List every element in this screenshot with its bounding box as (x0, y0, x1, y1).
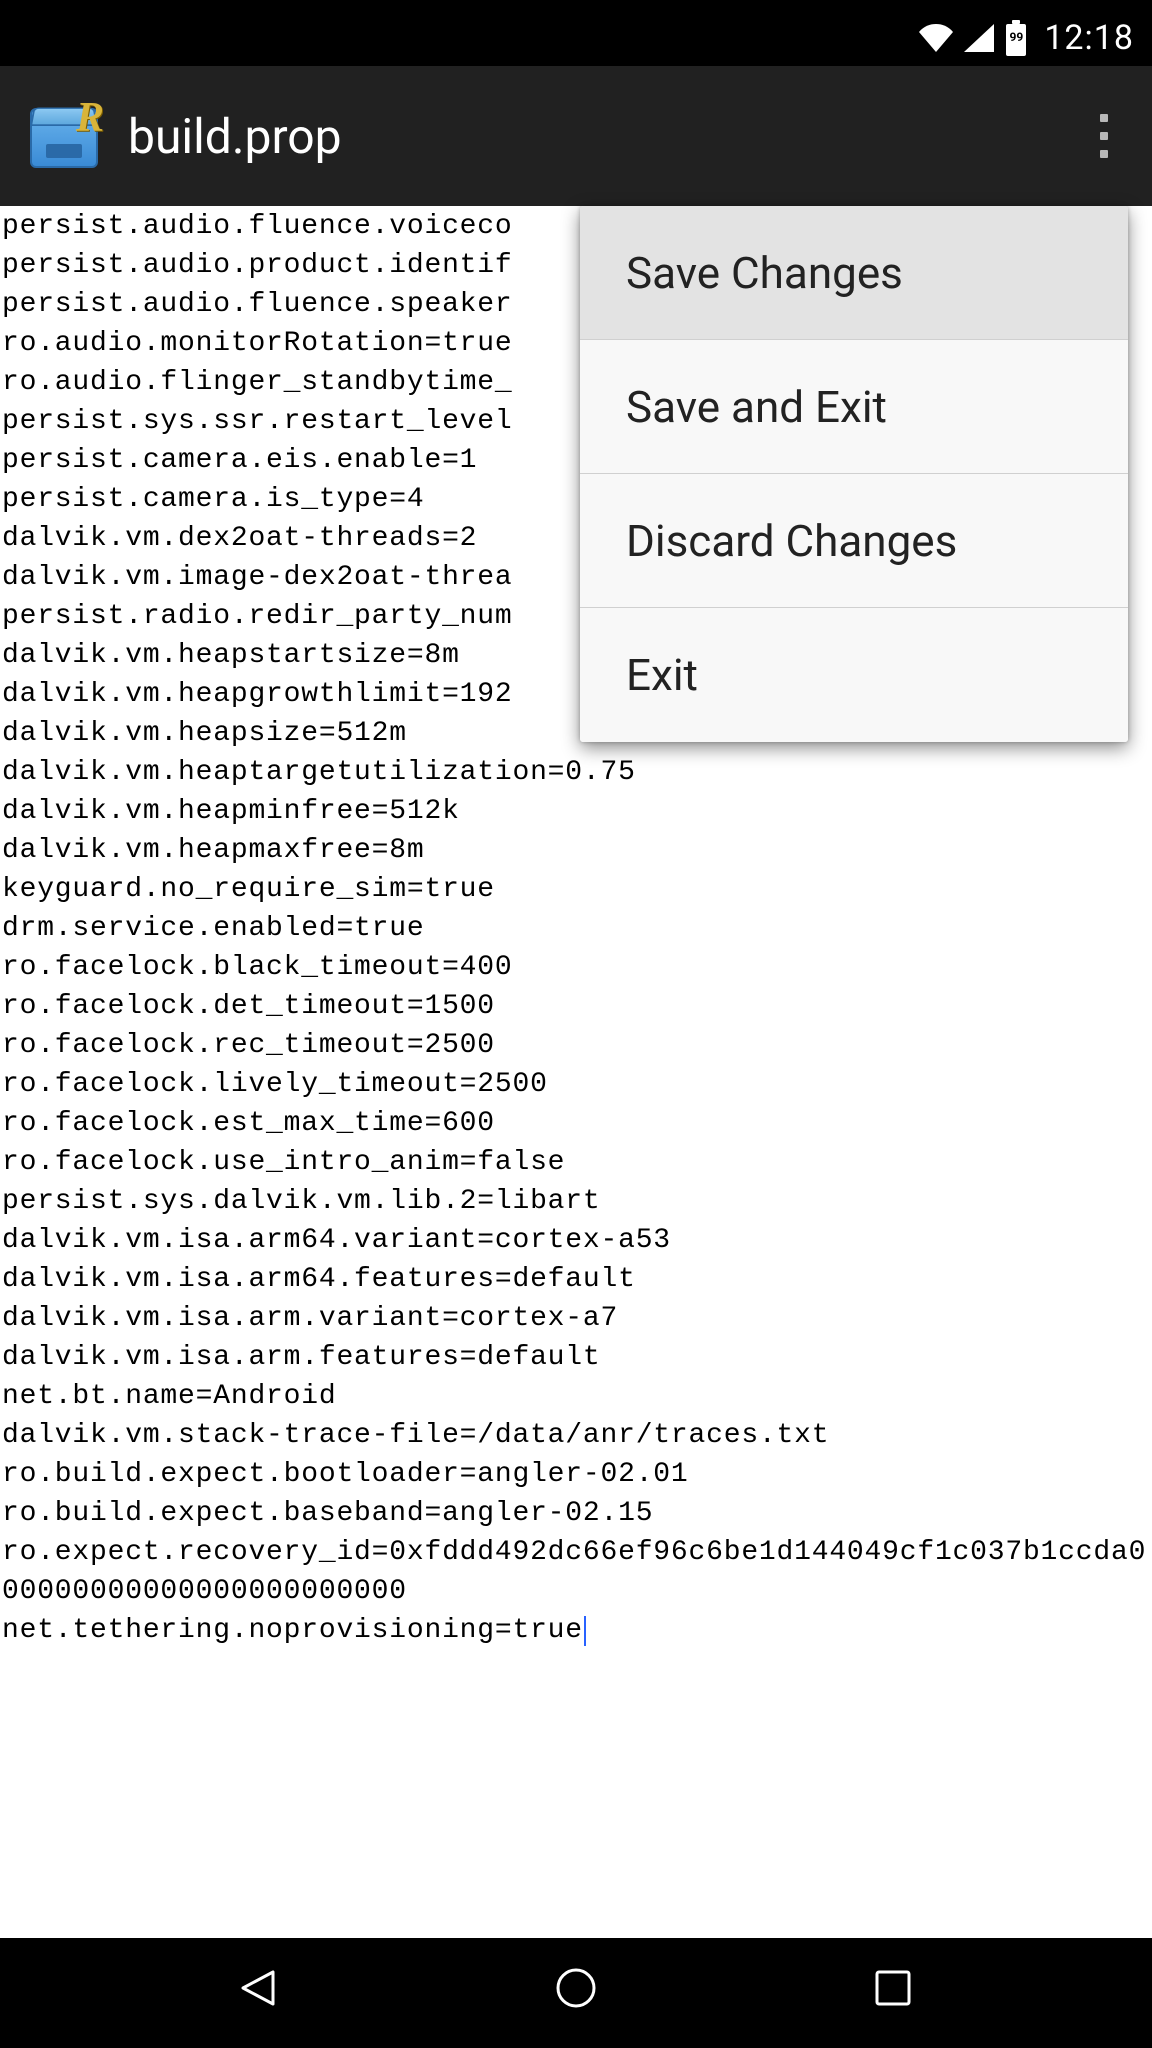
status-bar: 99 12:18 (0, 10, 1152, 66)
menu-item-label: Discard Changes (626, 515, 957, 567)
menu-item-discard-changes[interactable]: Discard Changes (580, 474, 1128, 608)
wifi-icon (918, 24, 954, 52)
cell-signal-icon (964, 24, 994, 52)
action-bar: R build.prop (0, 66, 1152, 206)
overflow-menu-button[interactable] (1056, 66, 1152, 206)
home-circle-icon (550, 1962, 602, 2014)
app-icon: R (24, 94, 108, 178)
nav-back-button[interactable] (219, 1958, 299, 2018)
page-title: build.prop (128, 108, 342, 165)
menu-item-exit[interactable]: Exit (580, 608, 1128, 742)
battery-icon: 99 (1004, 20, 1028, 56)
back-triangle-icon (233, 1962, 285, 2014)
navigation-bar (0, 1938, 1152, 2038)
menu-item-save-changes[interactable]: Save Changes (580, 206, 1128, 340)
battery-level: 99 (1004, 30, 1028, 44)
status-clock: 12:18 (1044, 18, 1134, 58)
recent-square-icon (867, 1962, 919, 2014)
nav-home-button[interactable] (536, 1958, 616, 2018)
nav-recent-button[interactable] (853, 1958, 933, 2018)
menu-item-label: Exit (626, 649, 698, 701)
menu-item-label: Save Changes (626, 247, 903, 299)
overflow-menu: Save Changes Save and Exit Discard Chang… (580, 206, 1128, 742)
more-vert-icon (1100, 114, 1108, 158)
menu-item-save-and-exit[interactable]: Save and Exit (580, 340, 1128, 474)
menu-item-label: Save and Exit (626, 381, 887, 433)
